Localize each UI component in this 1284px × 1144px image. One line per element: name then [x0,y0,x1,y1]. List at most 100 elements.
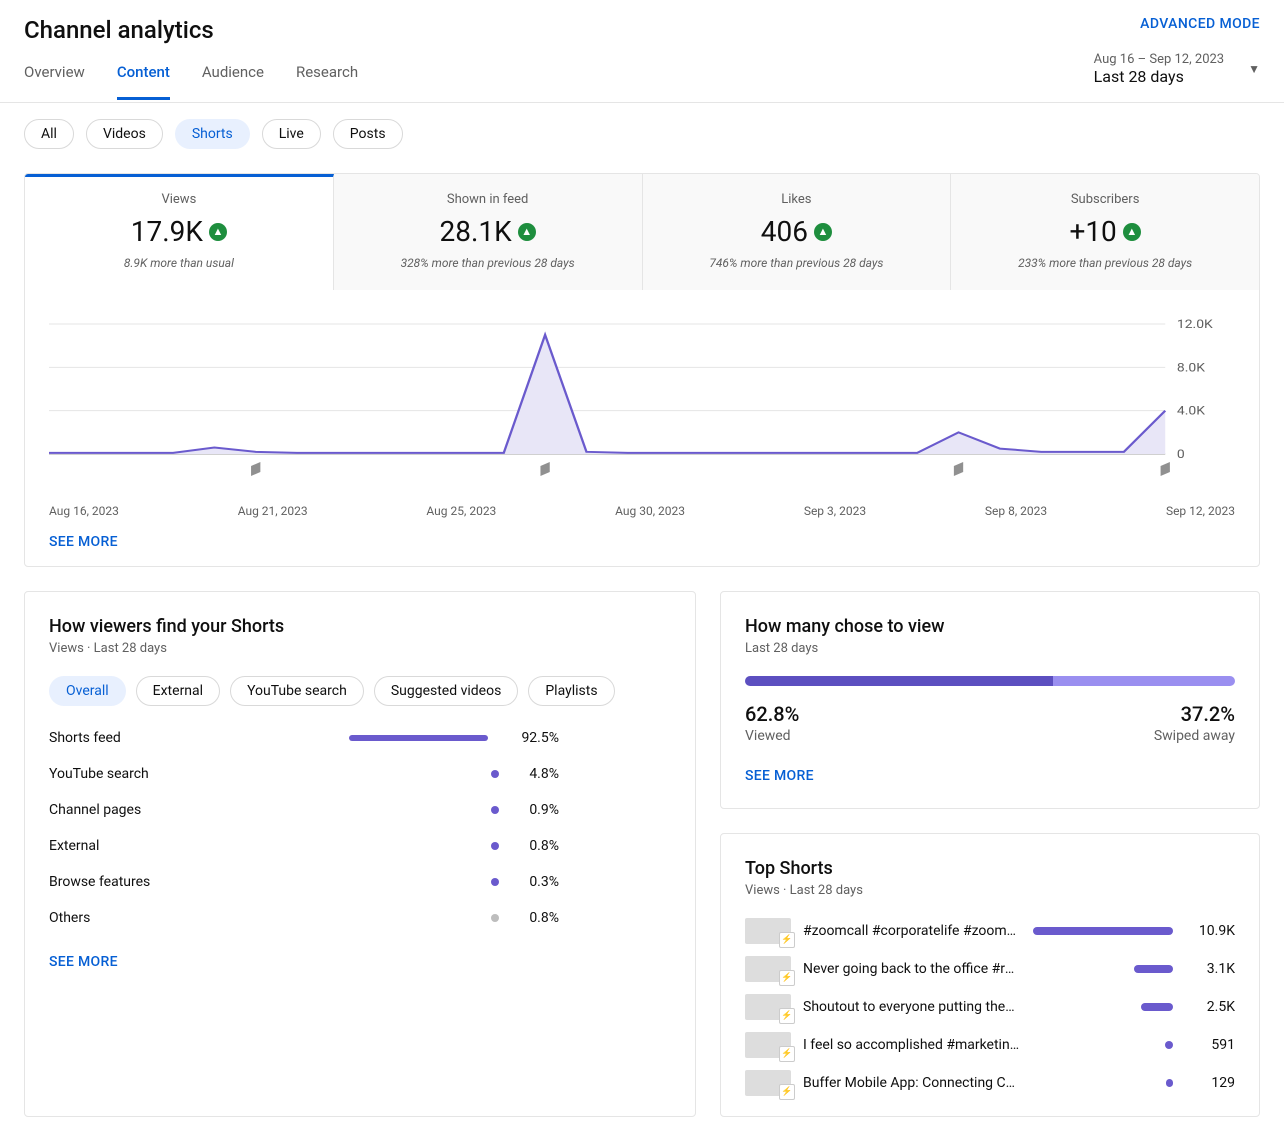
x-axis-label: Sep 3, 2023 [804,504,866,518]
x-axis-label: Sep 12, 2023 [1166,504,1235,518]
kpi-shown-in-feed[interactable]: Shown in feed28.1K▲328% more than previo… [334,174,643,290]
source-bar [349,878,499,886]
video-thumbnail: ⚡ [745,1032,791,1058]
x-axis-label: Aug 16, 2023 [49,504,119,518]
source-label: Others [49,910,349,926]
chip-videos[interactable]: Videos [86,119,163,149]
content-type-chips: All Videos Shorts Live Posts [0,103,1284,165]
chevron-down-icon: ▼ [1248,62,1260,76]
tab-overview[interactable]: Overview [24,47,85,100]
views-value: 129 [1185,1075,1235,1091]
chose-to-view-card: How many chose to view Last 28 days 62.8… [720,591,1260,809]
trend-up-icon: ▲ [1123,223,1141,241]
page-title: Channel analytics [24,16,214,44]
traffic-source-row[interactable]: External 0.8% [49,838,671,854]
overview-card: Views17.9K▲8.9K more than usualShown in … [24,173,1260,567]
see-more-link[interactable]: SEE MORE [49,946,671,970]
traffic-sources-card: How viewers find your Shorts Views · Las… [24,591,696,1117]
source-chip-external[interactable]: External [136,676,220,706]
advanced-mode-link[interactable]: ADVANCED MODE [1140,16,1260,32]
video-title: Shoutout to everyone putting themselves… [803,999,1021,1015]
see-more-link[interactable]: SEE MORE [25,518,1259,566]
views-value: 591 [1185,1037,1235,1053]
source-chip-suggested-videos[interactable]: Suggested videos [374,676,519,706]
source-chip-overall[interactable]: Overall [49,676,126,706]
top-shorts-card: Top Shorts Views · Last 28 days ⚡ #zoomca… [720,833,1260,1117]
kpi-views[interactable]: Views17.9K▲8.9K more than usual [25,174,334,290]
video-thumbnail: ⚡ [745,956,791,982]
traffic-source-row[interactable]: Shorts feed92.5% [49,730,671,746]
swiped-pct: 37.2% [1154,702,1235,726]
top-short-row[interactable]: ⚡ #zoomcall #corporatelife #zoommeeting… 1… [745,918,1235,944]
svg-text:8.0K: 8.0K [1177,361,1206,375]
trend-up-icon: ▲ [209,223,227,241]
top-short-row[interactable]: ⚡ Buffer Mobile App: Connecting Channels … [745,1070,1235,1096]
tab-content[interactable]: Content [117,47,170,100]
kpi-value: 406▲ [761,215,832,248]
kpi-subtext: 746% more than previous 28 days [655,256,939,270]
date-range-picker[interactable]: Aug 16 – Sep 12, 2023 Last 28 days ▼ [1094,44,1260,102]
tab-research[interactable]: Research [296,47,358,100]
date-range-label: Last 28 days [1094,67,1224,86]
top-short-row[interactable]: ⚡ Never going back to the office #remotew… [745,956,1235,982]
video-thumbnail: ⚡ [745,918,791,944]
chip-posts[interactable]: Posts [333,119,403,149]
video-title: I feel so accomplished #marketingteam … [803,1037,1021,1053]
kpi-subscribers[interactable]: Subscribers+10▲233% more than previous 2… [951,174,1259,290]
traffic-source-row[interactable]: Channel pages0.9% [49,802,671,818]
swiped-label: Swiped away [1154,728,1235,744]
views-bar [1033,1003,1173,1011]
card-subtitle: Views · Last 28 days [745,883,1235,898]
video-title: Never going back to the office #remotew… [803,961,1021,977]
kpi-label: Views [37,192,321,207]
video-thumbnail: ⚡ [745,994,791,1020]
chip-shorts[interactable]: Shorts [175,119,250,149]
kpi-value: 17.9K▲ [131,215,227,248]
top-short-row[interactable]: ⚡ Shoutout to everyone putting themselves… [745,994,1235,1020]
kpi-likes[interactable]: Likes406▲746% more than previous 28 days [643,174,952,290]
card-subtitle: Last 28 days [745,641,1235,656]
viewed-pct: 62.8% [745,702,799,726]
shorts-icon: ⚡ [781,1010,793,1022]
views-value: 10.9K [1185,923,1235,939]
x-axis-label: Aug 25, 2023 [426,504,496,518]
see-more-link[interactable]: SEE MORE [745,744,1235,784]
source-chip-playlists[interactable]: Playlists [528,676,614,706]
traffic-source-row[interactable]: YouTube search4.8% [49,766,671,782]
main-tabs: Overview Content Audience Research [24,47,358,100]
source-value: 0.8% [499,838,559,854]
svg-text:12.0K: 12.0K [1177,318,1214,332]
source-label: YouTube search [49,766,349,782]
tab-audience[interactable]: Audience [202,47,264,100]
trend-up-icon: ▲ [518,223,536,241]
source-bar [349,842,499,850]
source-value: 0.8% [499,910,559,926]
shorts-icon: ⚡ [781,972,793,984]
video-title: #zoomcall #corporatelife #zoommeeting… [803,923,1021,939]
viewed-label: Viewed [745,728,799,744]
svg-text:0: 0 [1177,448,1185,462]
kpi-label: Shown in feed [346,192,630,207]
top-short-row[interactable]: ⚡ I feel so accomplished #marketingteam …… [745,1032,1235,1058]
source-label: External [49,838,349,854]
views-bar [1033,965,1173,973]
video-thumbnail: ⚡ [745,1070,791,1096]
source-value: 92.5% [499,730,559,746]
x-axis-label: Aug 21, 2023 [238,504,308,518]
shorts-icon: ⚡ [781,1048,793,1060]
kpi-label: Subscribers [963,192,1247,207]
shorts-icon: ⚡ [781,1086,793,1098]
date-range-text: Aug 16 – Sep 12, 2023 [1094,52,1224,67]
source-bar [349,806,499,814]
video-title: Buffer Mobile App: Connecting Channels … [803,1075,1021,1091]
chip-all[interactable]: All [24,119,74,149]
card-title: Top Shorts [745,858,1235,879]
source-bar [349,914,499,922]
kpi-subtext: 233% more than previous 28 days [963,256,1247,270]
x-axis-label: Aug 30, 2023 [615,504,685,518]
chip-live[interactable]: Live [262,119,321,149]
traffic-source-row[interactable]: Others 0.8% [49,910,671,926]
traffic-source-row[interactable]: Browse features0.3% [49,874,671,890]
card-title: How many chose to view [745,616,1235,637]
source-chip-youtube-search[interactable]: YouTube search [230,676,364,706]
